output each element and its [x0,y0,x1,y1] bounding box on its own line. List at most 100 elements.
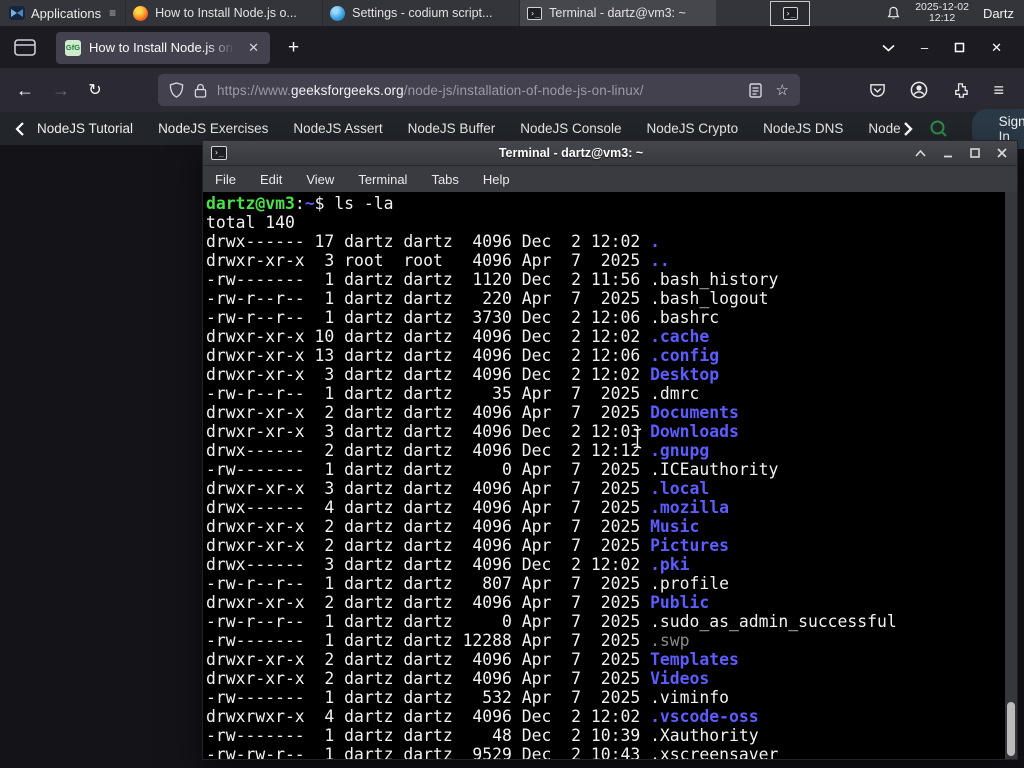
terminal-line: drwxr-xr-x 2 dartz dartz 4096 Apr 7 2025… [206,536,730,555]
file-name: .local [650,479,710,498]
subnav-link[interactable]: NodeJS Crypto [647,121,739,136]
new-tab-button[interactable]: + [282,37,305,59]
terminal-line: -rw------- 1 dartz dartz 532 Apr 7 2025 … [206,688,730,707]
taskbar-window-button[interactable]: ›_ Terminal - dartz@vm3: ~ [519,0,717,26]
subnav-link[interactable]: NodeJS Buffer [408,121,496,136]
terminal-scrollbar[interactable] [1005,192,1017,759]
site-search-icon[interactable] [929,119,948,138]
navigation-toolbar: ← → ↻ https://www.geeksforgeeks.org/node… [0,68,1024,112]
tray-terminal-launcher[interactable]: ›_ [770,0,811,26]
terminal-close-icon[interactable] [997,148,1007,158]
forward-button[interactable]: → [48,80,74,101]
file-name: .Xauthority [650,726,759,745]
terminal-titlebar[interactable]: ›_ Terminal - dartz@vm3: ~ [203,141,1017,166]
file-name: Public [650,593,710,612]
terminal-line: drwx------ 3 dartz dartz 4096 Dec 2 12:0… [206,555,690,574]
terminal-line: drwxr-xr-x 3 dartz dartz 4096 Apr 7 2025… [206,479,710,498]
terminal-line: drwxr-xr-x 10 dartz dartz 4096 Dec 2 12:… [206,327,710,346]
account-icon[interactable] [910,81,928,99]
terminal-line: drwxrwxr-x 4 dartz dartz 4096 Dec 2 12:0… [206,707,759,726]
file-name: Videos [650,669,710,688]
notification-bell-icon[interactable] [886,6,901,21]
terminal-line: drwxr-xr-x 3 dartz dartz 4096 Dec 2 12:0… [206,365,720,384]
terminal-line: -rw-r--r-- 1 dartz dartz 0 Apr 7 2025 .s… [206,612,897,631]
file-name: .gnupg [650,441,710,460]
vscodium-icon [330,5,346,21]
browser-tab[interactable]: GfG How to Install Node.js on ✕ [56,31,270,64]
file-name: Downloads [650,422,739,441]
terminal-line: dartz@vm3:~$ ls -la [206,194,394,213]
list-all-tabs-icon[interactable] [882,44,895,52]
firefox-view-icon [14,39,36,56]
tracking-shield-icon[interactable] [169,82,184,98]
taskbar-windows: How to Install Node.js o... Settings - co… [125,0,717,26]
tabbar-controls: – ✕ [882,40,1014,56]
terminal-icon: ›_ [527,6,543,20]
url-path: /node-js/installation-of-node-js-on-linu… [403,82,644,98]
mouse-ibeam-cursor [631,427,644,455]
terminal-titlebar-icon: ›_ [211,146,227,160]
terminal-title: Terminal - dartz@vm3: ~ [498,146,644,160]
taskbar-window-title: Terminal - dartz@vm3: ~ [549,6,686,20]
bookmark-star-icon[interactable]: ☆ [776,81,789,99]
terminal-lines: dartz@vm3:~$ ls -la total 140 drwx------ 1… [206,194,1003,759]
toolbar-right-icons: ≡ [869,80,1012,101]
taskbar: Applications ≡ How to Install Node.js o.… [0,0,1024,27]
terminal-menu-view[interactable]: View [306,172,334,187]
site-favicon: GfG [65,39,81,56]
applications-menu-button[interactable]: Applications ≡ [0,0,125,26]
terminal-line: drwxr-xr-x 3 root root 4096 Apr 7 2025 .… [206,251,670,270]
terminal-scrollbar-thumb[interactable] [1007,702,1015,756]
terminal-line: total 140 [206,213,295,232]
subnav-link[interactable]: Node [868,121,900,136]
pocket-icon[interactable] [869,82,886,99]
terminal-line: -rw-r--r-- 1 dartz dartz 220 Apr 7 2025 … [206,289,769,308]
url-scheme: https://www. [217,82,291,98]
file-name: .ICEauthority [650,460,779,479]
subnav-link[interactable]: NodeJS Tutorial [37,121,133,136]
terminal-minimize-icon[interactable] [943,149,953,158]
subnav-link[interactable]: NodeJS Console [520,121,621,136]
reload-button[interactable]: ↻ [82,80,108,100]
terminal-line: -rw-r--r-- 1 dartz dartz 807 Apr 7 2025 … [206,574,730,593]
terminal-menu-edit[interactable]: Edit [260,172,282,187]
taskbar-spacer [716,0,770,26]
terminal-window-controls [915,148,1009,158]
subnav-forward-chevron-icon[interactable] [903,121,913,136]
file-name: .cache [650,327,710,346]
tab-close-icon[interactable]: ✕ [246,40,261,56]
terminal-output[interactable]: dartz@vm3:~$ ls -la total 140 drwx------ 1… [203,192,1017,759]
subnav-link[interactable]: NodeJS Exercises [158,121,268,136]
taskbar-window-title: How to Install Node.js o... [155,6,297,20]
extensions-puzzle-icon[interactable] [952,82,969,99]
terminal-line: -rw------- 1 dartz dartz 48 Dec 2 10:39 … [206,726,759,745]
terminal-menu-file[interactable]: File [215,172,236,187]
subnav-link[interactable]: NodeJS DNS [763,121,843,136]
terminal-maximize-icon[interactable] [970,148,980,158]
firefox-view-button[interactable] [14,39,36,56]
lock-icon[interactable] [194,83,207,98]
subnav-link[interactable]: NodeJS Assert [293,121,382,136]
terminal-menu-terminal[interactable]: Terminal [358,172,407,187]
taskbar-window-button[interactable]: How to Install Node.js o... [125,0,322,26]
taskbar-right: 2025-12-02 12:12 Dartz [886,0,1024,26]
window-maximize-icon[interactable] [954,42,965,53]
urlbar-end-icons: ☆ [748,81,789,99]
terminal-rollup-icon[interactable] [915,149,926,157]
window-minimize-icon[interactable]: – [921,40,928,55]
file-name: .bash_logout [650,289,769,308]
window-close-icon[interactable]: ✕ [991,40,1002,56]
taskbar-window-button[interactable]: Settings - codium script... [322,0,519,26]
terminal-icon: ›_ [782,6,798,20]
back-button[interactable]: ← [12,80,38,101]
url-bar[interactable]: https://www.geeksforgeeks.org/node-js/in… [158,74,800,106]
user-menu[interactable]: Dartz [983,6,1014,21]
reader-view-icon[interactable] [748,82,762,98]
terminal-menu-tabs[interactable]: Tabs [431,172,458,187]
terminal-menu-help[interactable]: Help [483,172,510,187]
clock[interactable]: 2025-12-02 12:12 [915,1,969,25]
subnav-back-chevron-icon[interactable] [15,121,25,136]
file-name: .. [650,251,670,270]
terminal-window: ›_ Terminal - dartz@vm3: ~ File Edit View T… [202,140,1018,760]
app-menu-icon[interactable]: ≡ [993,80,1004,101]
